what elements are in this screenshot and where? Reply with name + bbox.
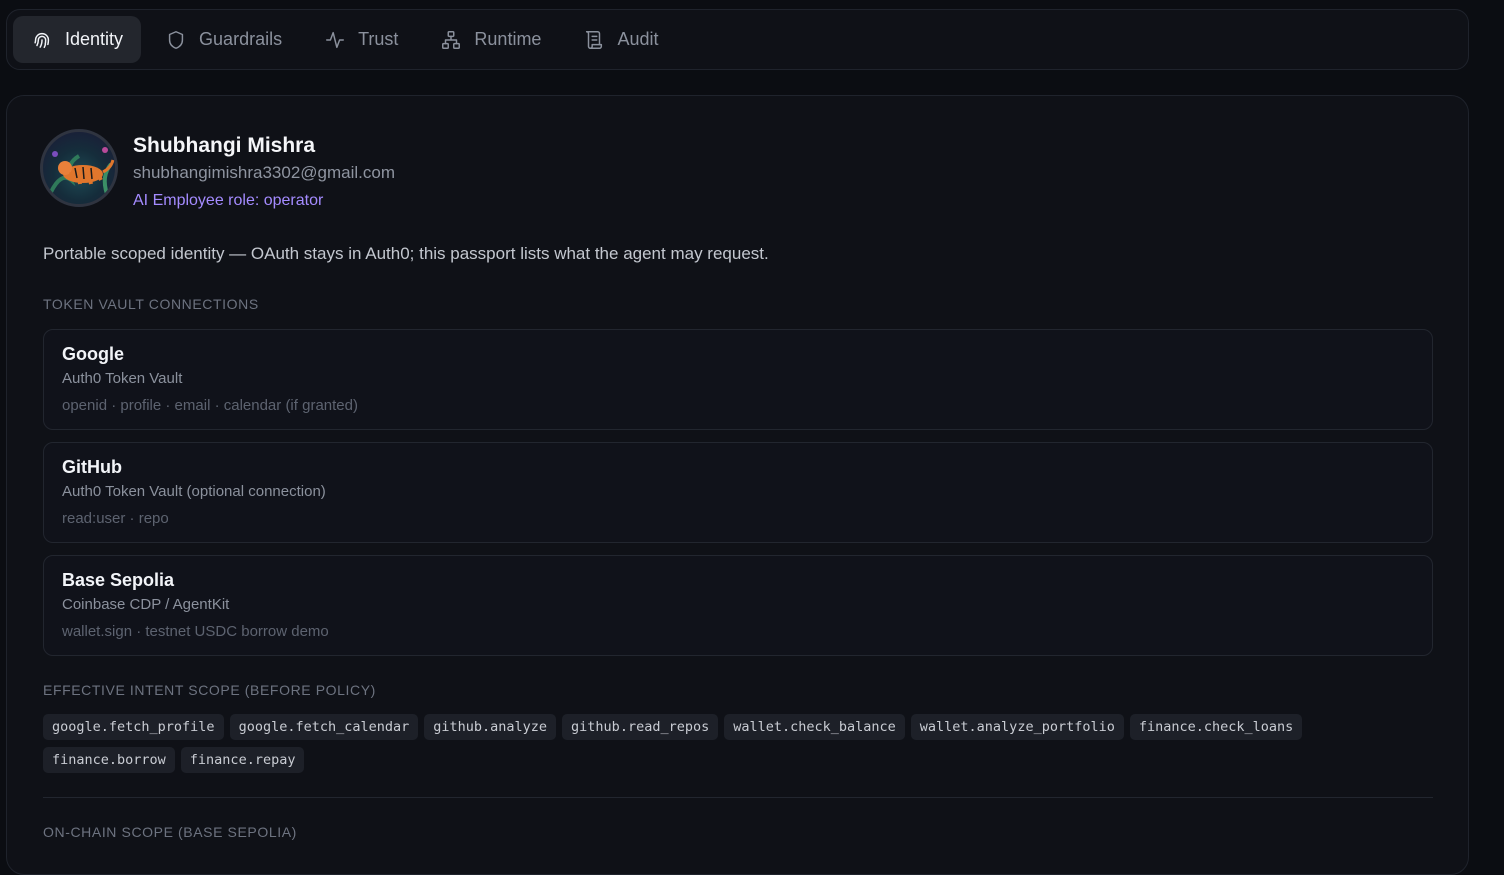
- profile-header: Shubhangi Mishra shubhangimishra3302@gma…: [40, 129, 395, 210]
- shield-icon: [168, 30, 184, 49]
- scope-chip: finance.check_loans: [1129, 714, 1303, 740]
- connection-card-github[interactable]: GitHub Auth0 Token Vault (optional conne…: [43, 442, 1433, 543]
- connection-name: Google: [62, 344, 124, 364]
- fingerprint-icon: [34, 32, 50, 48]
- scope-chip: google.fetch_calendar: [229, 714, 419, 740]
- profile-name: Shubhangi Mishra: [133, 134, 316, 157]
- tab-label: Audit: [617, 29, 659, 49]
- profile-role: AI Employee role: operator: [133, 192, 324, 209]
- connection-card-google[interactable]: Google Auth0 Token Vault openid · profil…: [43, 329, 1433, 430]
- scope-chip: wallet.analyze_portfolio: [910, 714, 1124, 740]
- connection-scopes: read:user · repo: [62, 510, 169, 527]
- tab-bar: Identity Guardrails Trust Runtime Audit: [6, 9, 1469, 70]
- connection-provider: Auth0 Token Vault (optional connection): [62, 483, 326, 500]
- connection-scopes: wallet.sign · testnet USDC borrow demo: [62, 623, 329, 640]
- section-divider: [43, 797, 1433, 798]
- tab-identity[interactable]: Identity: [13, 16, 142, 63]
- scope-chip: github.analyze: [424, 714, 557, 740]
- tab-runtime[interactable]: Runtime: [422, 16, 559, 63]
- profile-info: Shubhangi Mishra shubhangimishra3302@gma…: [133, 129, 395, 210]
- onchain-scope-heading: ON-CHAIN SCOPE (BASE SEPOLIA): [43, 824, 297, 840]
- intent-scope-chips: google.fetch_profile google.fetch_calend…: [43, 714, 1343, 773]
- connection-provider: Coinbase CDP / AgentKit: [62, 596, 230, 613]
- tiger-illustration: [49, 147, 115, 195]
- identity-panel: Shubhangi Mishra shubhangimishra3302@gma…: [6, 95, 1469, 875]
- connection-scopes: openid · profile · email · calendar (if …: [62, 397, 358, 414]
- token-vault-heading: TOKEN VAULT CONNECTIONS: [43, 296, 259, 312]
- tab-label: Guardrails: [199, 29, 283, 49]
- avatar[interactable]: [40, 129, 118, 207]
- network-icon: [442, 30, 461, 49]
- connection-name: Base Sepolia: [62, 570, 175, 590]
- scope-chip: wallet.check_balance: [724, 714, 905, 740]
- scope-chip: finance.borrow: [43, 747, 175, 773]
- tab-trust[interactable]: Trust: [306, 16, 416, 63]
- activity-icon: [326, 31, 345, 48]
- connection-card-base-sepolia[interactable]: Base Sepolia Coinbase CDP / AgentKit wal…: [43, 555, 1433, 656]
- tab-label: Identity: [65, 29, 124, 49]
- profile-email: shubhangimishra3302@gmail.com: [133, 163, 396, 182]
- connection-provider: Auth0 Token Vault: [62, 370, 183, 387]
- scope-chip: finance.repay: [180, 747, 305, 773]
- connection-name: GitHub: [62, 457, 122, 477]
- tab-guardrails[interactable]: Guardrails: [147, 16, 300, 63]
- identity-description: Portable scoped identity — OAuth stays i…: [43, 244, 769, 263]
- tab-label: Runtime: [474, 29, 542, 49]
- scope-chip: github.read_repos: [562, 714, 719, 740]
- tab-label: Trust: [358, 29, 399, 49]
- intent-scope-heading: EFFECTIVE INTENT SCOPE (BEFORE POLICY): [43, 682, 376, 698]
- tab-audit[interactable]: Audit: [565, 16, 676, 63]
- scroll-icon: [586, 30, 603, 49]
- scope-chip: google.fetch_profile: [43, 714, 224, 740]
